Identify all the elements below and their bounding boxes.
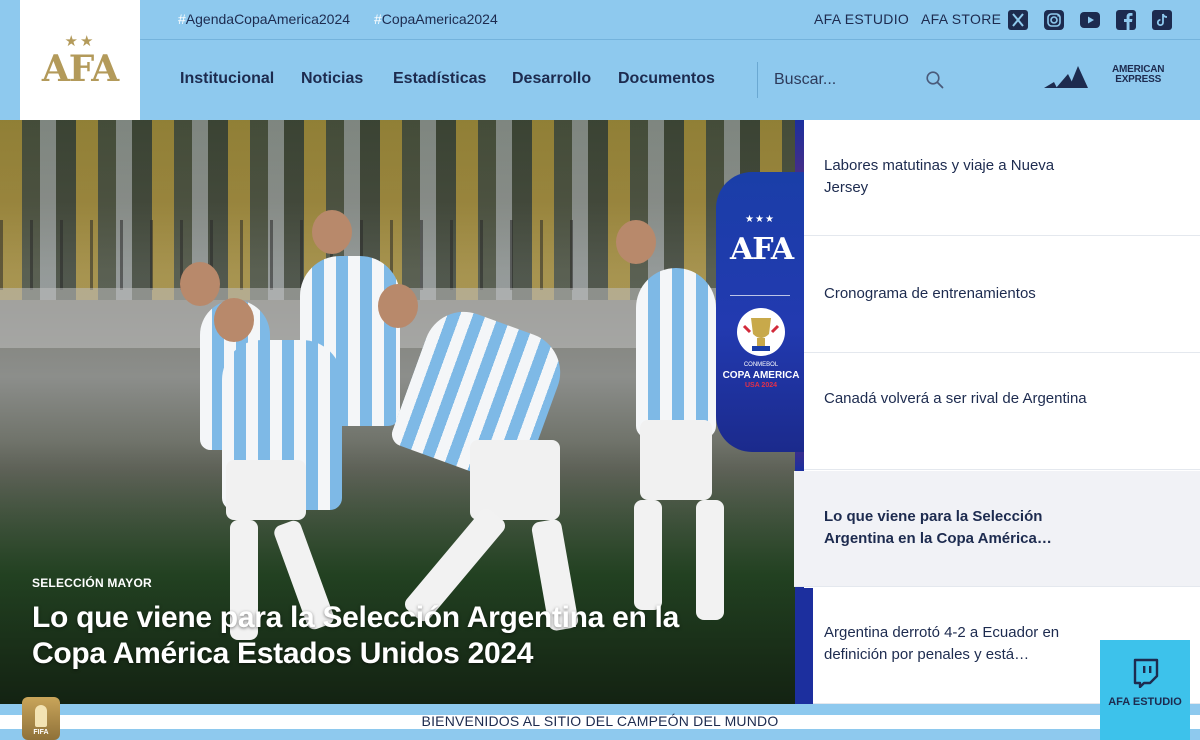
player-head: [378, 284, 418, 328]
player-head: [214, 298, 254, 342]
site-header: ★★ AFA #AgendaCopaAmerica2024 #CopaAmeri…: [0, 0, 1200, 120]
hash-symbol: #: [374, 11, 382, 27]
badge-subtitle: USA 2024: [744, 382, 778, 389]
nav-desarrollo[interactable]: Desarrollo: [512, 70, 591, 88]
player-figure: [636, 268, 716, 438]
adidas-logo[interactable]: [1042, 62, 1090, 90]
x-icon[interactable]: [1007, 9, 1029, 31]
footer-stripe-bottom: [0, 729, 1200, 740]
top-bar: #AgendaCopaAmerica2024 #CopaAmerica2024 …: [140, 0, 1200, 40]
news-item-title: Cronograma de entrenamientos: [824, 285, 1036, 302]
player-head: [616, 220, 656, 264]
news-item-active[interactable]: Lo que viene para la Selección Argentina…: [794, 471, 1200, 587]
american-express-logo[interactable]: AMERICAN EXPRESS: [1112, 65, 1164, 85]
instagram-icon[interactable]: [1043, 9, 1065, 31]
amex-line-2: EXPRESS: [1115, 74, 1162, 85]
hero-category[interactable]: SELECCIÓN MAYOR: [32, 576, 152, 590]
fifa-world-champion-badge: FIFA: [22, 697, 60, 740]
news-item-accent: [804, 588, 813, 704]
fifa-badge-text: FIFA: [33, 729, 49, 736]
hash-symbol: #: [178, 11, 186, 27]
news-item-title: Labores matutinas y viaje a Nueva Jersey: [824, 157, 1055, 196]
player-head: [312, 210, 352, 254]
hashtag-copa-america[interactable]: #CopaAmerica2024: [374, 11, 498, 27]
news-item[interactable]: Labores matutinas y viaje a Nueva Jersey: [804, 120, 1200, 236]
search-input[interactable]: [766, 64, 916, 96]
nav-institucional[interactable]: Institucional: [180, 70, 274, 88]
badge-afa-stars: ★★★: [745, 214, 775, 225]
news-list: Labores matutinas y viaje a Nueva Jersey…: [794, 120, 1200, 704]
hashtag-agenda-copa-america[interactable]: #AgendaCopaAmerica2024: [178, 11, 350, 27]
facebook-icon[interactable]: [1115, 9, 1137, 31]
player-shorts: [640, 420, 712, 500]
search-divider: [757, 62, 758, 98]
afa-logo[interactable]: ★★ AFA: [20, 0, 140, 120]
badge-conmebol: CONMEBOL: [743, 362, 779, 368]
afa-store-link[interactable]: AFA STORE: [921, 11, 1001, 27]
footer-welcome-text: BIENVENIDOS AL SITIO DEL CAMPEÓN DEL MUN…: [421, 713, 779, 729]
nav-noticias[interactable]: Noticias: [301, 70, 363, 88]
copa-america-trophy-icon: [737, 308, 785, 356]
afa-estudio-button-label: AFA ESTUDIO: [1108, 696, 1182, 708]
hero-railing: [0, 220, 600, 290]
nav-documentos[interactable]: Documentos: [618, 70, 715, 88]
hashtag-label: AgendaCopaAmerica2024: [185, 11, 351, 27]
news-item[interactable]: Canadá volverá a ser rival de Argentina: [804, 354, 1200, 470]
trophy-icon: [35, 705, 47, 727]
youtube-icon[interactable]: [1079, 9, 1101, 31]
player-shorts: [226, 460, 306, 520]
hashtag-label: CopaAmerica2024: [381, 11, 498, 27]
badge-divider: [730, 295, 790, 296]
news-item-title: Argentina derrotó 4-2 a Ecuador en defin…: [824, 624, 1060, 663]
logo-stars: ★★: [64, 32, 96, 50]
news-item[interactable]: Cronograma de entrenamientos: [804, 237, 1200, 353]
search-icon[interactable]: [925, 70, 945, 90]
logo-text: AFA: [41, 47, 119, 90]
hero-title[interactable]: Lo que viene para la Selección Argentina…: [32, 600, 752, 672]
player-head: [180, 262, 220, 306]
badge-title: COPA AMERICA: [722, 370, 800, 381]
news-item-title: Lo que viene para la Selección Argentina…: [824, 508, 1052, 547]
news-item-title: Canadá volverá a ser rival de Argentina: [824, 390, 1087, 407]
tiktok-icon[interactable]: [1151, 9, 1173, 31]
afa-estudio-button[interactable]: [1100, 640, 1190, 740]
afa-estudio-link[interactable]: AFA ESTUDIO: [814, 11, 909, 27]
nav-estadisticas[interactable]: Estadísticas: [393, 70, 486, 88]
twitch-icon[interactable]: [1131, 658, 1159, 688]
player-leg: [634, 500, 662, 610]
badge-afa-text: AFA: [730, 232, 794, 267]
